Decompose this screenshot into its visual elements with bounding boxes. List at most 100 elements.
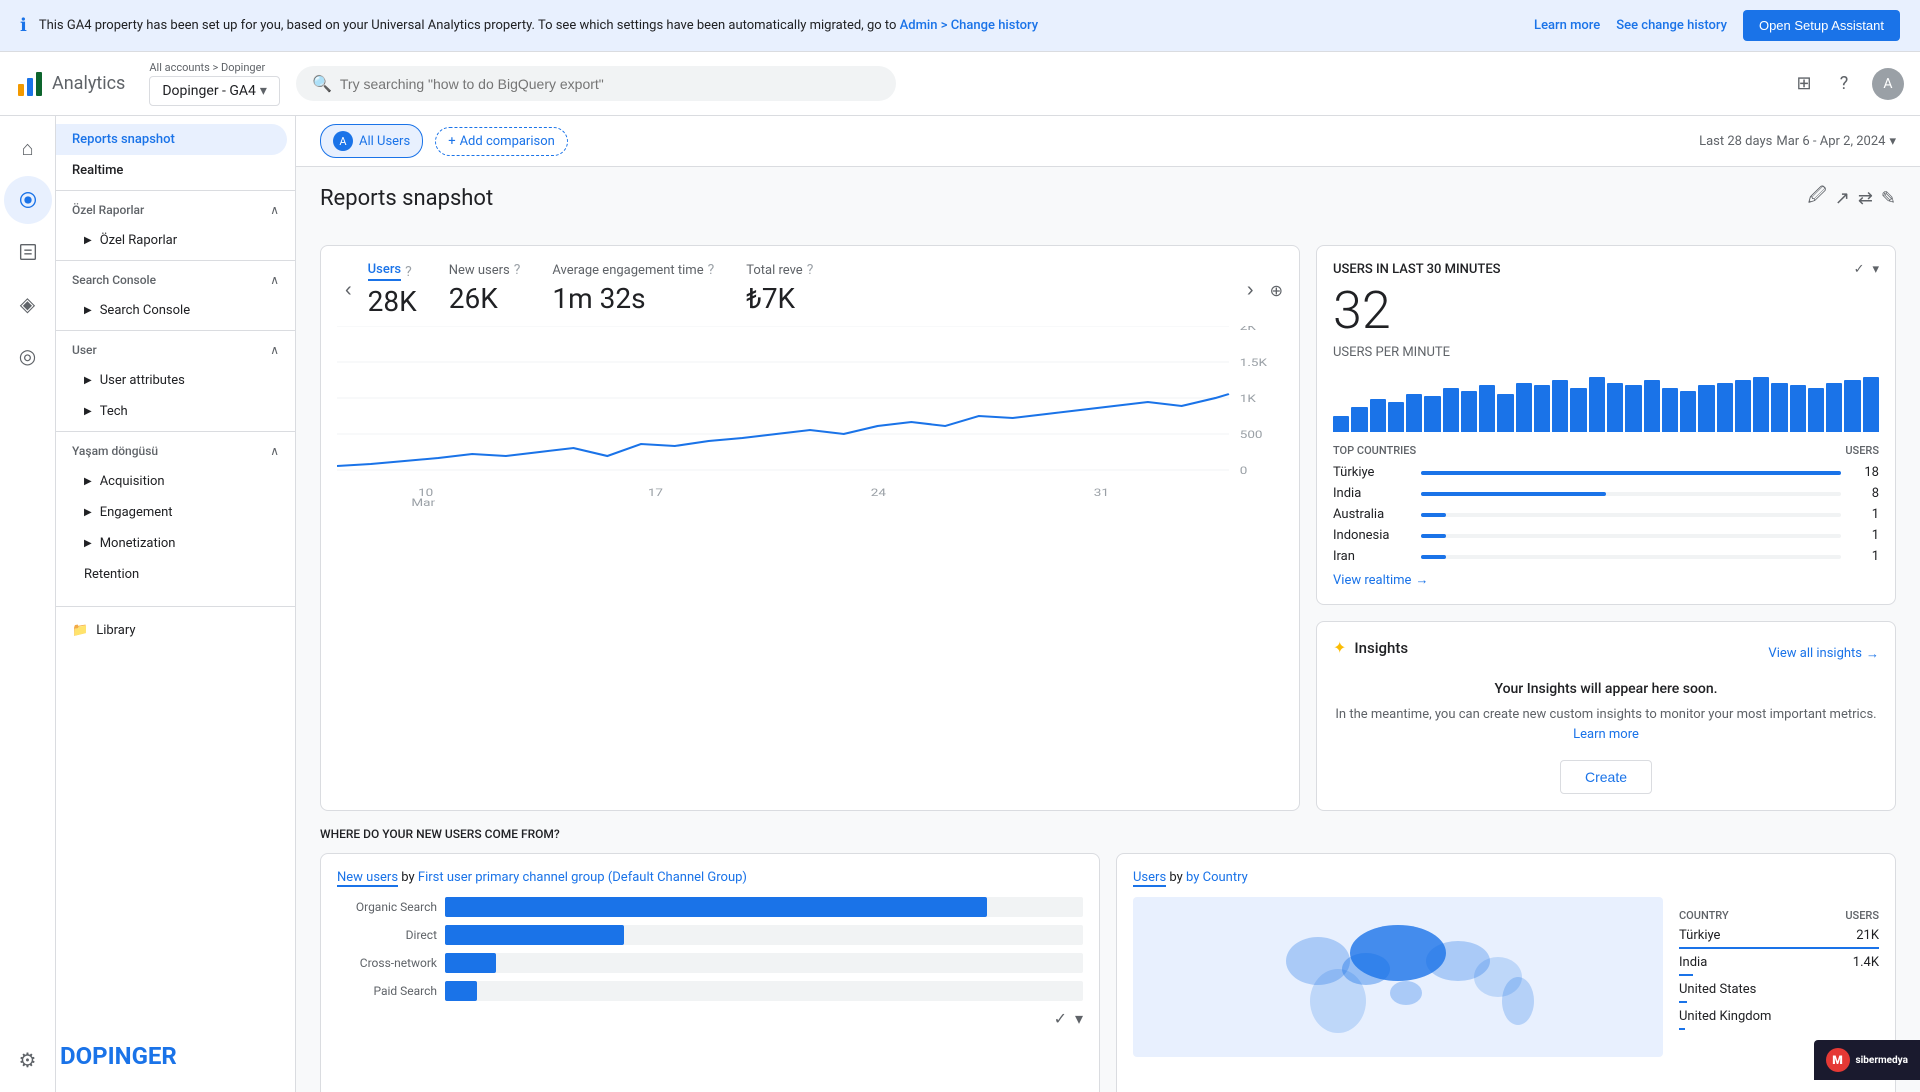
arrow-right-icon: → (1415, 572, 1428, 588)
engagement-value: 1m 32s (552, 282, 714, 315)
date-selector[interactable]: Last 28 days Mar 6 - Apr 2, 2024 ▾ (1699, 134, 1896, 149)
metric-revenue[interactable]: Total reve ? ₺7K (746, 262, 813, 318)
realtime-check-icon[interactable]: ✓ (1854, 262, 1865, 277)
bar-item (1808, 388, 1824, 432)
bottom-section-title: WHERE DO YOUR NEW USERS COME FROM? (320, 827, 1896, 841)
app-body: ⌂ ◈ ◎ ⚙ Reports snapshot Realtime Özel R… (0, 116, 1920, 1092)
see-change-history-link[interactable]: See change history (1616, 18, 1727, 33)
sidebar-item-engagement[interactable]: ▶ Engagement (56, 497, 287, 528)
all-users-label: All Users (359, 134, 410, 149)
metric-new-users[interactable]: New users ? 26K (449, 262, 521, 318)
channel-bar-fill (445, 897, 987, 917)
sidebar-label-tech: Tech (100, 404, 128, 419)
view-realtime-link[interactable]: View realtime → (1333, 572, 1879, 588)
sidebar-item-monetization[interactable]: ▶ Monetization (56, 528, 287, 559)
country-table-row: Türkiye 21K (1679, 928, 1879, 943)
nav-reports[interactable] (4, 228, 52, 276)
bar-item (1351, 407, 1367, 432)
main-content: A All Users + Add comparison Last 28 day… (296, 116, 1920, 1092)
account-icon[interactable]: A (1872, 68, 1904, 100)
sidebar-item-reports-snapshot[interactable]: Reports snapshot (56, 124, 287, 155)
nav-realtime[interactable] (4, 176, 52, 224)
nav-home[interactable]: ⌂ (4, 124, 52, 172)
users-help-icon[interactable]: ? (405, 264, 412, 280)
realtime-menu-icon[interactable]: ▾ (1872, 262, 1879, 277)
bar-item (1717, 383, 1733, 433)
channel-card-title: New users by First user primary channel … (337, 870, 1083, 885)
sidebar-label-engagement: Engagement (100, 505, 173, 520)
create-insights-button[interactable]: Create (1560, 760, 1652, 794)
sidebar-section-label-ozel: Özel Raporlar (72, 203, 144, 217)
nav-explore[interactable]: ◈ (4, 280, 52, 328)
compare-icon[interactable]: ⇄ (1858, 188, 1873, 209)
ct-bar (1679, 947, 1879, 949)
country-count: 1 (1849, 549, 1879, 564)
sidebar-section-user[interactable]: User ∧ (56, 335, 295, 365)
bar-item (1388, 402, 1404, 432)
top-countries-label: TOP COUNTRIES (1333, 444, 1416, 457)
sidebar-item-realtime[interactable]: Realtime (56, 155, 295, 186)
bar-item (1771, 383, 1787, 433)
country-table-row: India 1.4K (1679, 955, 1879, 970)
channel-bar-bg (445, 953, 1083, 973)
learn-more-link[interactable]: Learn more (1534, 18, 1600, 33)
open-setup-assistant-button[interactable]: Open Setup Assistant (1743, 10, 1900, 41)
insights-title: ✦ Insights (1333, 638, 1408, 657)
view-realtime-label: View realtime (1333, 573, 1411, 588)
sidebar-section-search-console[interactable]: Search Console ∧ (56, 265, 295, 295)
all-users-filter[interactable]: A All Users (320, 124, 423, 158)
view-all-insights-link[interactable]: View all insights → (1768, 646, 1879, 662)
sidebar-item-acquisition[interactable]: ▶ Acquisition (56, 466, 287, 497)
new-users-help-icon[interactable]: ? (514, 262, 521, 278)
ct-country-name: Türkiye (1679, 928, 1720, 943)
search-bar[interactable]: 🔍 (296, 66, 896, 101)
svg-text:Mar: Mar (411, 497, 435, 506)
svg-text:1.5K: 1.5K (1240, 357, 1268, 369)
arrow-icon-ua: ▶ (84, 375, 92, 386)
users-col-header: USERS (1845, 909, 1879, 922)
ct-row: India 1.4K (1679, 955, 1879, 976)
channel-menu-icon[interactable]: ▾ (1075, 1009, 1083, 1028)
sidebar-item-retention[interactable]: Retention (56, 559, 287, 590)
sidebar-section-ozel-raporlar[interactable]: Özel Raporlar ∧ (56, 195, 295, 225)
sidebar-item-tech[interactable]: ▶ Tech (56, 396, 287, 427)
edit-icon[interactable]: 🖉 (1808, 183, 1827, 213)
share-icon[interactable]: ↗ (1835, 188, 1850, 209)
arrow-icon-eng: ▶ (84, 507, 92, 518)
help-icon[interactable]: ? (1832, 72, 1856, 96)
grid-icon[interactable]: ⊞ (1792, 72, 1816, 96)
sidebar-item-ozel-raporlar[interactable]: ▶ Özel Raporlar (56, 225, 287, 256)
metric-engagement[interactable]: Average engagement time ? 1m 32s (552, 262, 714, 318)
pencil-icon[interactable]: ✎ (1881, 188, 1896, 209)
insights-title-label: Insights (1354, 639, 1408, 657)
revenue-help-icon[interactable]: ? (807, 262, 814, 278)
add-comparison-button[interactable]: + Add comparison (435, 127, 568, 156)
property-selector[interactable]: Dopinger - GA4 ▾ (149, 76, 280, 106)
nav-admin[interactable]: ⚙ (4, 1036, 52, 1084)
revenue-label: Total reve (746, 263, 802, 278)
admin-link[interactable]: Admin > Change history (900, 18, 1038, 33)
bar-item (1753, 377, 1769, 432)
sidebar-library[interactable]: 📁 Library (56, 615, 295, 646)
search-input[interactable] (340, 76, 880, 92)
country-row: Türkiye 18 (1333, 465, 1879, 480)
chart-next-button[interactable]: › (1239, 275, 1262, 306)
sidebar-section-yasam[interactable]: Yaşam döngüsü ∧ (56, 436, 295, 466)
chart-prev-button[interactable]: ‹ (337, 275, 360, 306)
insights-learn-more[interactable]: Learn more (1573, 727, 1639, 742)
users-per-minute-chart (1333, 372, 1879, 432)
chart-settings-icon[interactable]: ⊕ (1270, 281, 1283, 300)
chevron-icon-sc: ∧ (270, 273, 279, 287)
channel-check-icon[interactable]: ✓ (1054, 1009, 1067, 1028)
sidebar-item-user-attributes[interactable]: ▶ User attributes (56, 365, 287, 396)
country-table-header: COUNTRY USERS (1679, 909, 1879, 922)
channel-bar-bg (445, 981, 1083, 1001)
nav-advertising[interactable]: ◎ (4, 332, 52, 380)
metric-users[interactable]: Users ? 28K (368, 262, 417, 318)
bar-item (1698, 385, 1714, 432)
channel-bar-row: Direct (337, 925, 1083, 945)
engagement-help-icon[interactable]: ? (708, 262, 715, 278)
country-row: Australia 1 (1333, 507, 1879, 522)
sidebar-item-search-console[interactable]: ▶ Search Console (56, 295, 287, 326)
sidebar-label-realtime: Realtime (72, 163, 123, 178)
